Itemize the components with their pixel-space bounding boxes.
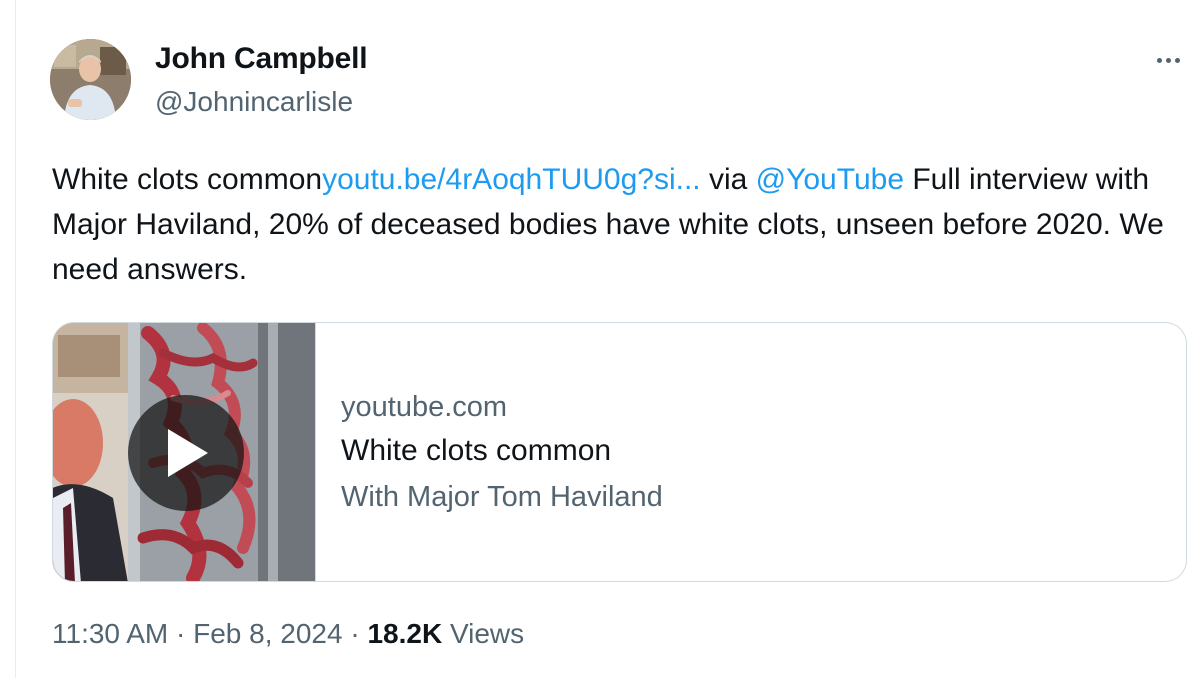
meta-separator: ·	[342, 618, 368, 649]
tweet-link[interactable]: youtu.be/4rAoqhTUU0g?si...	[322, 163, 701, 196]
card-body[interactable]: youtube.com White clots common With Majo…	[341, 387, 663, 519]
youtube-mention[interactable]: @YouTube	[756, 163, 904, 196]
views-label: Views	[442, 618, 525, 649]
tweet-meta: 11:30 AM · Feb 8, 2024 · 18.2K Views	[52, 618, 524, 650]
play-icon[interactable]	[128, 395, 244, 511]
card-description: With Major Tom Haviland	[341, 481, 663, 513]
more-options-button[interactable]	[1150, 46, 1186, 74]
link-preview-card[interactable]: youtube.com White clots common With Majo…	[52, 322, 1187, 582]
tweet-via-text: via	[700, 163, 756, 196]
video-thumbnail[interactable]	[53, 323, 316, 581]
tweet-text-start: White clots common	[52, 163, 323, 196]
card-domain: youtube.com	[341, 391, 508, 423]
more-dot-icon	[1174, 57, 1180, 63]
tweet-time[interactable]: 11:30 AM	[52, 618, 168, 649]
tweet-text: White clots commonyoutu.be/4rAoqhTUU0g?s…	[52, 157, 1172, 292]
meta-separator: ·	[168, 618, 194, 649]
more-dot-icon	[1165, 57, 1171, 63]
avatar[interactable]	[50, 39, 131, 120]
views-count[interactable]: 18.2K	[367, 618, 442, 649]
tweet-date[interactable]: Feb 8, 2024	[193, 618, 342, 649]
more-dot-icon	[1156, 57, 1162, 63]
card-title: White clots common	[341, 434, 612, 467]
author-handle[interactable]: @Johnincarlisle	[155, 86, 353, 118]
author-name[interactable]: John Campbell	[155, 42, 368, 76]
timeline-divider	[15, 0, 16, 678]
avatar-image	[50, 39, 131, 120]
